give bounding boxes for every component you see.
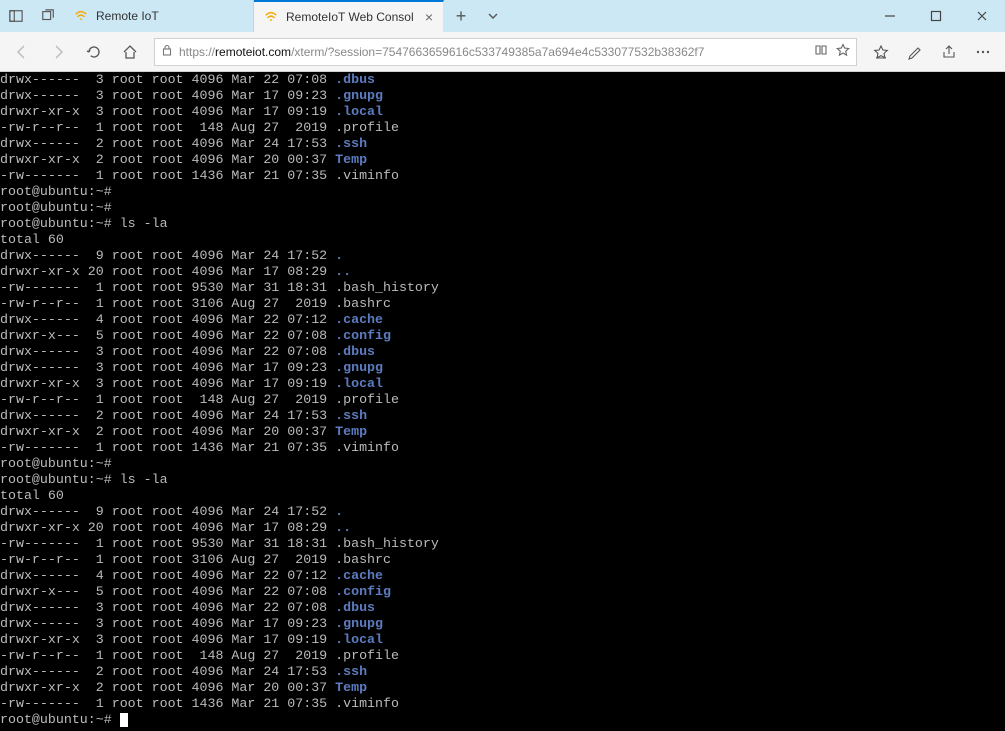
more-button[interactable] xyxy=(967,36,999,68)
window-titlebar: Remote IoT RemoteIoT Web Consol × + xyxy=(0,0,1005,32)
maximize-button[interactable] xyxy=(913,0,959,32)
favorite-icon[interactable] xyxy=(836,43,850,60)
url-text: https://remoteiot.com/xterm/?session=754… xyxy=(179,45,808,59)
refresh-button[interactable] xyxy=(78,36,110,68)
tab-remote-iot[interactable]: Remote IoT xyxy=(64,0,254,32)
window-controls xyxy=(867,0,1005,32)
wifi-icon xyxy=(74,9,88,23)
browser-toolbar: https://remoteiot.com/xterm/?session=754… xyxy=(0,32,1005,72)
terminal-cursor xyxy=(120,713,128,727)
home-button[interactable] xyxy=(114,36,146,68)
favorites-button[interactable] xyxy=(865,36,897,68)
share-button[interactable] xyxy=(933,36,965,68)
set-aside-tabs-button[interactable] xyxy=(32,0,64,32)
tab-strip: Remote IoT RemoteIoT Web Consol × + xyxy=(64,0,867,32)
reading-view-icon[interactable] xyxy=(814,43,828,60)
forward-button[interactable] xyxy=(42,36,74,68)
sidebar-toggle-button[interactable] xyxy=(0,0,32,32)
wifi-icon xyxy=(264,10,278,24)
tab-label: Remote IoT xyxy=(96,9,159,23)
minimize-button[interactable] xyxy=(867,0,913,32)
tab-web-console[interactable]: RemoteIoT Web Consol × xyxy=(254,0,444,32)
notes-button[interactable] xyxy=(899,36,931,68)
new-tab-button[interactable]: + xyxy=(444,0,478,32)
lock-icon xyxy=(161,44,173,59)
close-tab-icon[interactable]: × xyxy=(425,9,433,25)
back-button[interactable] xyxy=(6,36,38,68)
close-window-button[interactable] xyxy=(959,0,1005,32)
tab-overflow-button[interactable] xyxy=(478,0,508,32)
tab-label: RemoteIoT Web Consol xyxy=(286,10,414,24)
address-bar[interactable]: https://remoteiot.com/xterm/?session=754… xyxy=(154,38,857,66)
terminal-output[interactable]: drwx------ 3 root root 4096 Mar 22 07:08… xyxy=(0,72,1005,728)
